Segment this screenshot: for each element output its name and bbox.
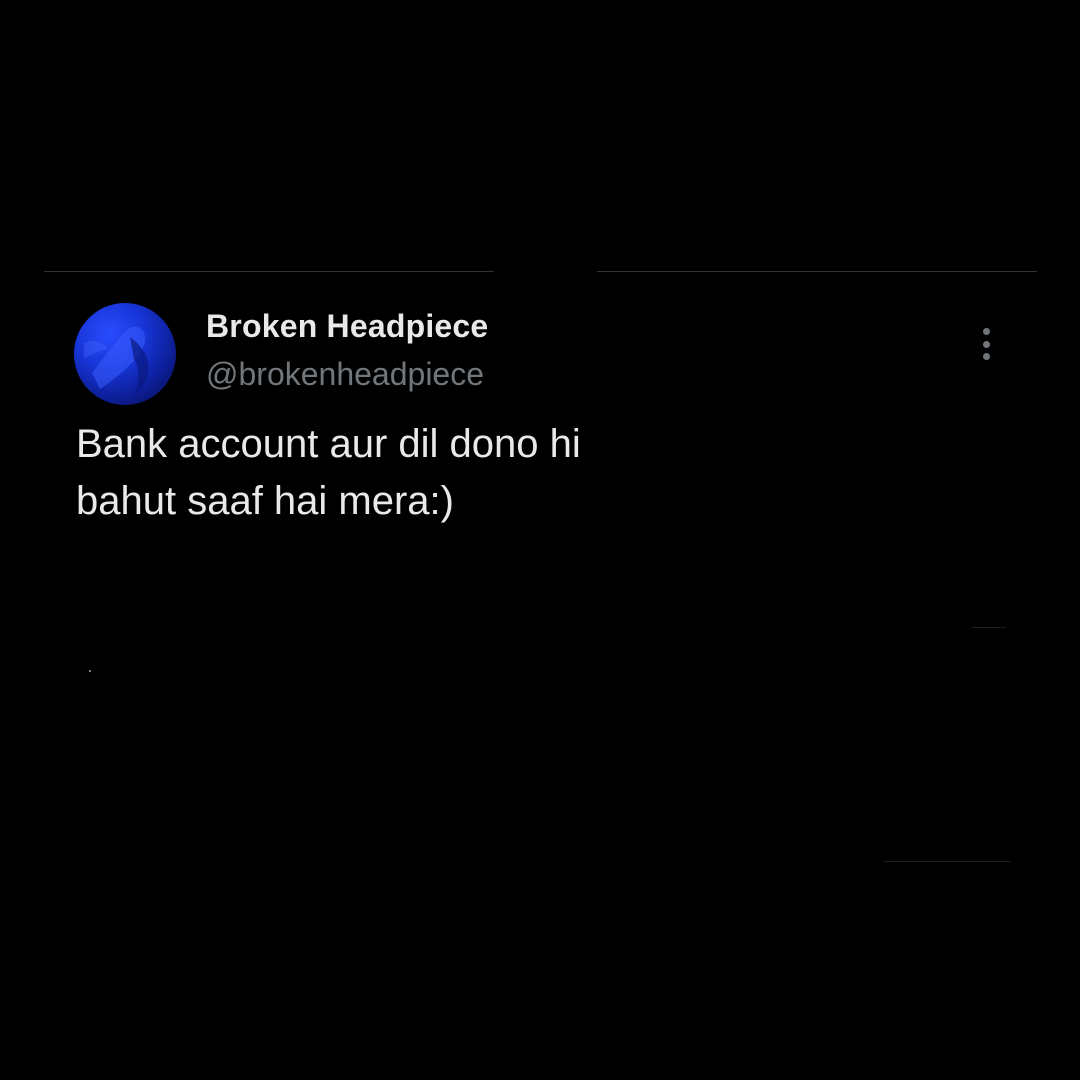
faint-divider bbox=[972, 627, 1006, 628]
more-vertical-icon bbox=[982, 328, 990, 335]
tweet-card[interactable]: Broken Headpiece @brokenheadpiece Bank a… bbox=[0, 272, 1080, 572]
faint-divider bbox=[884, 861, 1011, 862]
tweet-text: Bank account aur dil dono hi bahut saaf … bbox=[76, 422, 581, 523]
more-options-button[interactable] bbox=[968, 324, 1004, 364]
more-vertical-icon bbox=[982, 353, 990, 360]
author-handle[interactable]: @brokenheadpiece bbox=[206, 356, 484, 393]
author-name[interactable]: Broken Headpiece bbox=[206, 308, 488, 345]
more-vertical-icon bbox=[982, 340, 990, 348]
avatar[interactable] bbox=[74, 303, 176, 405]
avatar-image-icon bbox=[84, 326, 149, 395]
decorative-speck bbox=[89, 670, 91, 672]
